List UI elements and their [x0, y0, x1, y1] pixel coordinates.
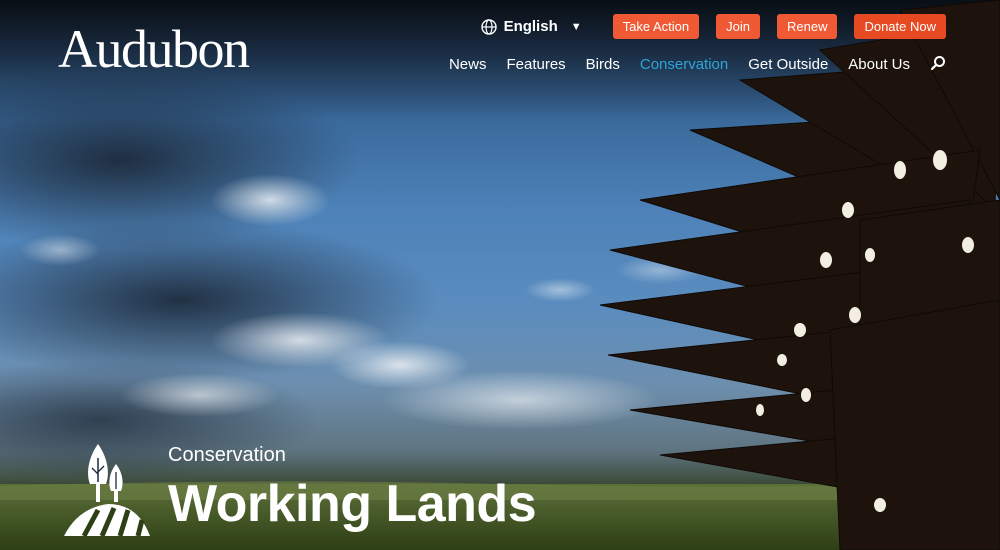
nav-item-news[interactable]: News [449, 56, 487, 73]
search-icon[interactable] [930, 55, 946, 71]
nav-item-conservation[interactable]: Conservation [640, 56, 728, 73]
trees-on-field-icon [64, 444, 150, 538]
language-label: English [503, 18, 558, 35]
nav-item-about-us[interactable]: About Us [848, 56, 910, 73]
hero-banner: Audubon English ▼ Take Action Join Renew… [0, 0, 1000, 550]
utility-bar: English ▼ Take Action Join Renew Donate … [480, 14, 946, 39]
donate-now-button[interactable]: Donate Now [854, 14, 946, 39]
audubon-logo[interactable]: Audubon [58, 22, 250, 76]
take-action-button[interactable]: Take Action [612, 14, 700, 39]
nav-item-birds[interactable]: Birds [586, 56, 620, 73]
main-nav: News Features Birds Conservation Get Out… [449, 56, 910, 73]
join-button[interactable]: Join [716, 14, 760, 39]
nav-item-features[interactable]: Features [506, 56, 565, 73]
section-label[interactable]: Conservation [168, 444, 286, 467]
caret-down-icon: ▼ [570, 20, 582, 33]
nav-item-get-outside[interactable]: Get Outside [748, 56, 828, 73]
globe-icon [480, 18, 497, 35]
renew-button[interactable]: Renew [776, 14, 838, 39]
language-selector[interactable]: English ▼ [480, 18, 582, 35]
page-title: Working Lands [168, 475, 537, 533]
